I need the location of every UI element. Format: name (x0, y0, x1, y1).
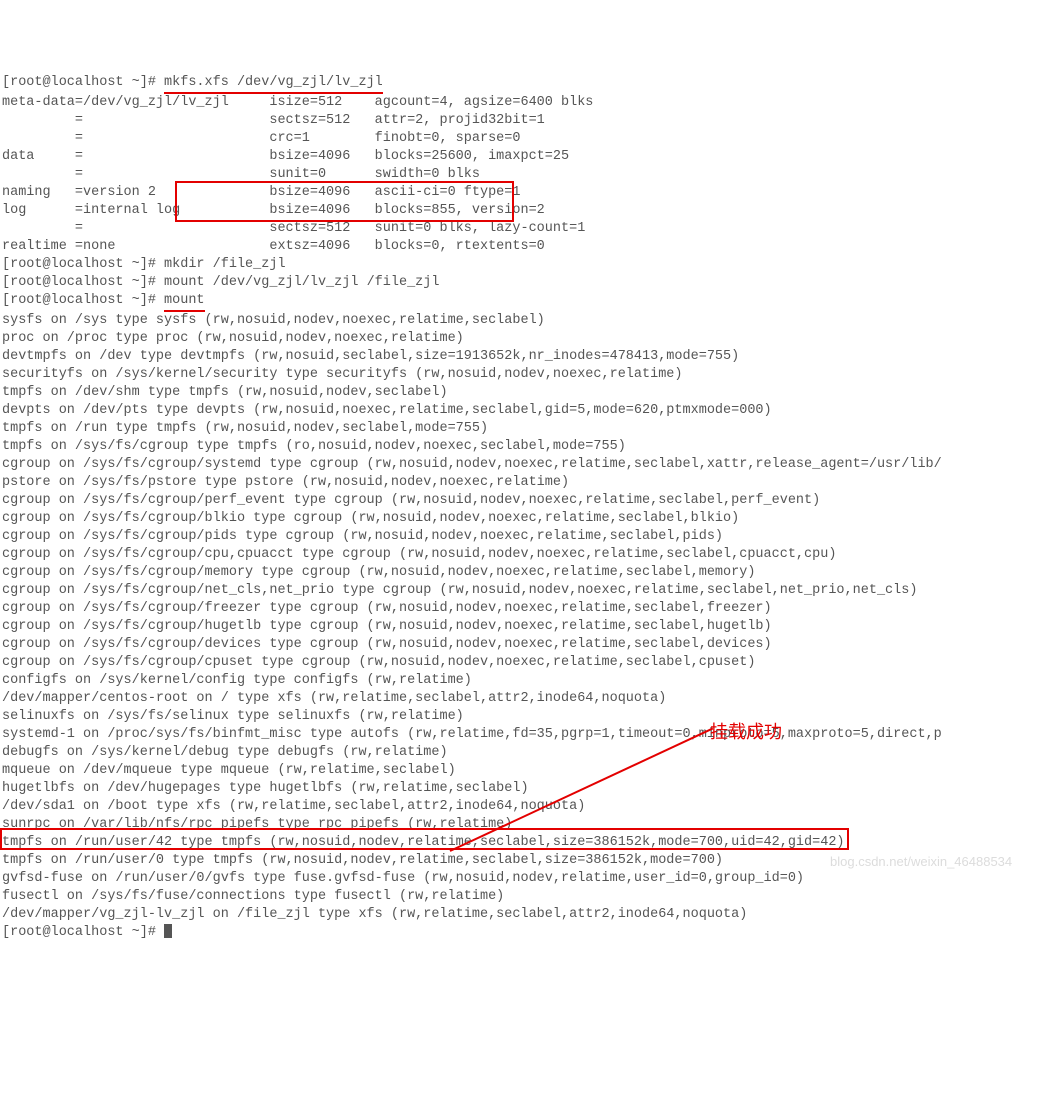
mount-output-row: cgroup on /sys/fs/cgroup/cpu,cpuacct typ… (2, 546, 1047, 564)
mkfs-output-row: log =internal log bsize=4096 blocks=855,… (2, 202, 1047, 220)
mount-output-row: /dev/mapper/centos-root on / type xfs (r… (2, 690, 1047, 708)
mount-output-row: fusectl on /sys/fs/fuse/connections type… (2, 888, 1047, 906)
mkfs-output-row: = sunit=0 swidth=0 blks (2, 166, 1047, 184)
mount-output-row: cgroup on /sys/fs/cgroup/systemd type cg… (2, 456, 1047, 474)
mount-output-row: sysfs on /sys type sysfs (rw,nosuid,node… (2, 312, 1047, 330)
mount-output-row: configfs on /sys/kernel/config type conf… (2, 672, 1047, 690)
mkfs-output-row: realtime =none extsz=4096 blocks=0, rtex… (2, 238, 1047, 256)
terminal-output: [root@localhost ~]# mkfs.xfs /dev/vg_zjl… (2, 74, 1047, 942)
mount-output-row: selinuxfs on /sys/fs/selinux type selinu… (2, 708, 1047, 726)
cmd-mkfs: mkfs.xfs /dev/vg_zjl/lv_zjl (164, 74, 383, 94)
mount-output-row: cgroup on /sys/fs/cgroup/freezer type cg… (2, 600, 1047, 618)
mount-output-row: cgroup on /sys/fs/cgroup/memory type cgr… (2, 564, 1047, 582)
mount-output-row: gvfsd-fuse on /run/user/0/gvfs type fuse… (2, 870, 1047, 888)
prompt-line: [root@localhost ~]# (2, 924, 1047, 942)
mount-output-row: cgroup on /sys/fs/cgroup/blkio type cgro… (2, 510, 1047, 528)
mount-output-row: systemd-1 on /proc/sys/fs/binfmt_misc ty… (2, 726, 1047, 744)
mount-output-row: debugfs on /sys/kernel/debug type debugf… (2, 744, 1047, 762)
mount-output-row: cgroup on /sys/fs/cgroup/cpuset type cgr… (2, 654, 1047, 672)
mkfs-output-row: = crc=1 finobt=0, sparse=0 (2, 130, 1047, 148)
mount-output-row: cgroup on /sys/fs/cgroup/devices type cg… (2, 636, 1047, 654)
mount-output-row: hugetlbfs on /dev/hugepages type hugetlb… (2, 780, 1047, 798)
mount-output-row: devtmpfs on /dev type devtmpfs (rw,nosui… (2, 348, 1047, 366)
mount-target-line: /dev/mapper/vg_zjl-lv_zjl on /file_zjl t… (2, 907, 747, 922)
prompt-line: [root@localhost ~]# mount /dev/vg_zjl/lv… (2, 274, 1047, 292)
mount-output-row: cgroup on /sys/fs/cgroup/net_cls,net_pri… (2, 582, 1047, 600)
mount-output-row: /dev/mapper/vg_zjl-lv_zjl on /file_zjl t… (2, 906, 1047, 924)
mkfs-output-row: naming =version 2 bsize=4096 ascii-ci=0 … (2, 184, 1047, 202)
prompt-line: [root@localhost ~]# mkfs.xfs /dev/vg_zjl… (2, 74, 1047, 94)
cmd-mount-dev: mount /dev/vg_zjl/lv_zjl /file_zjl (164, 275, 439, 290)
mount-output-row: tmpfs on /sys/fs/cgroup type tmpfs (ro,n… (2, 438, 1047, 456)
mount-output-row: cgroup on /sys/fs/cgroup/perf_event type… (2, 492, 1047, 510)
mount-output-row: cgroup on /sys/fs/cgroup/pids type cgrou… (2, 528, 1047, 546)
mount-output-row: mqueue on /dev/mqueue type mqueue (rw,re… (2, 762, 1047, 780)
highlight-box-result (0, 828, 849, 850)
mount-output-row: tmpfs on /dev/shm type tmpfs (rw,nosuid,… (2, 384, 1047, 402)
mount-output-row: devpts on /dev/pts type devpts (rw,nosui… (2, 402, 1047, 420)
watermark: blog.csdn.net/weixin_46488534 (830, 853, 1012, 871)
mount-output-row: cgroup on /sys/fs/cgroup/hugetlb type cg… (2, 618, 1047, 636)
mount-output-row: tmpfs on /run type tmpfs (rw,nosuid,node… (2, 420, 1047, 438)
mkfs-output-row: = sectsz=512 sunit=0 blks, lazy-count=1 (2, 220, 1047, 238)
prompt-line: [root@localhost ~]# mkdir /file_zjl (2, 256, 1047, 274)
mount-output-row: proc on /proc type proc (rw,nosuid,nodev… (2, 330, 1047, 348)
cmd-mount: mount (164, 292, 205, 312)
mount-output-row: /dev/sda1 on /boot type xfs (rw,relatime… (2, 798, 1047, 816)
highlight-box-commands (175, 181, 514, 222)
mkfs-output-row: = sectsz=512 attr=2, projid32bit=1 (2, 112, 1047, 130)
cmd-mkdir: mkdir /file_zjl (164, 257, 286, 272)
annotation-label: 挂载成功 (710, 723, 782, 741)
cursor[interactable] (164, 924, 172, 938)
prompt-line: [root@localhost ~]# mount (2, 292, 1047, 312)
mount-output-row: pstore on /sys/fs/pstore type pstore (rw… (2, 474, 1047, 492)
mount-output-row: securityfs on /sys/kernel/security type … (2, 366, 1047, 384)
mkfs-output-row: data = bsize=4096 blocks=25600, imaxpct=… (2, 148, 1047, 166)
mkfs-output-row: meta-data=/dev/vg_zjl/lv_zjl isize=512 a… (2, 94, 1047, 112)
